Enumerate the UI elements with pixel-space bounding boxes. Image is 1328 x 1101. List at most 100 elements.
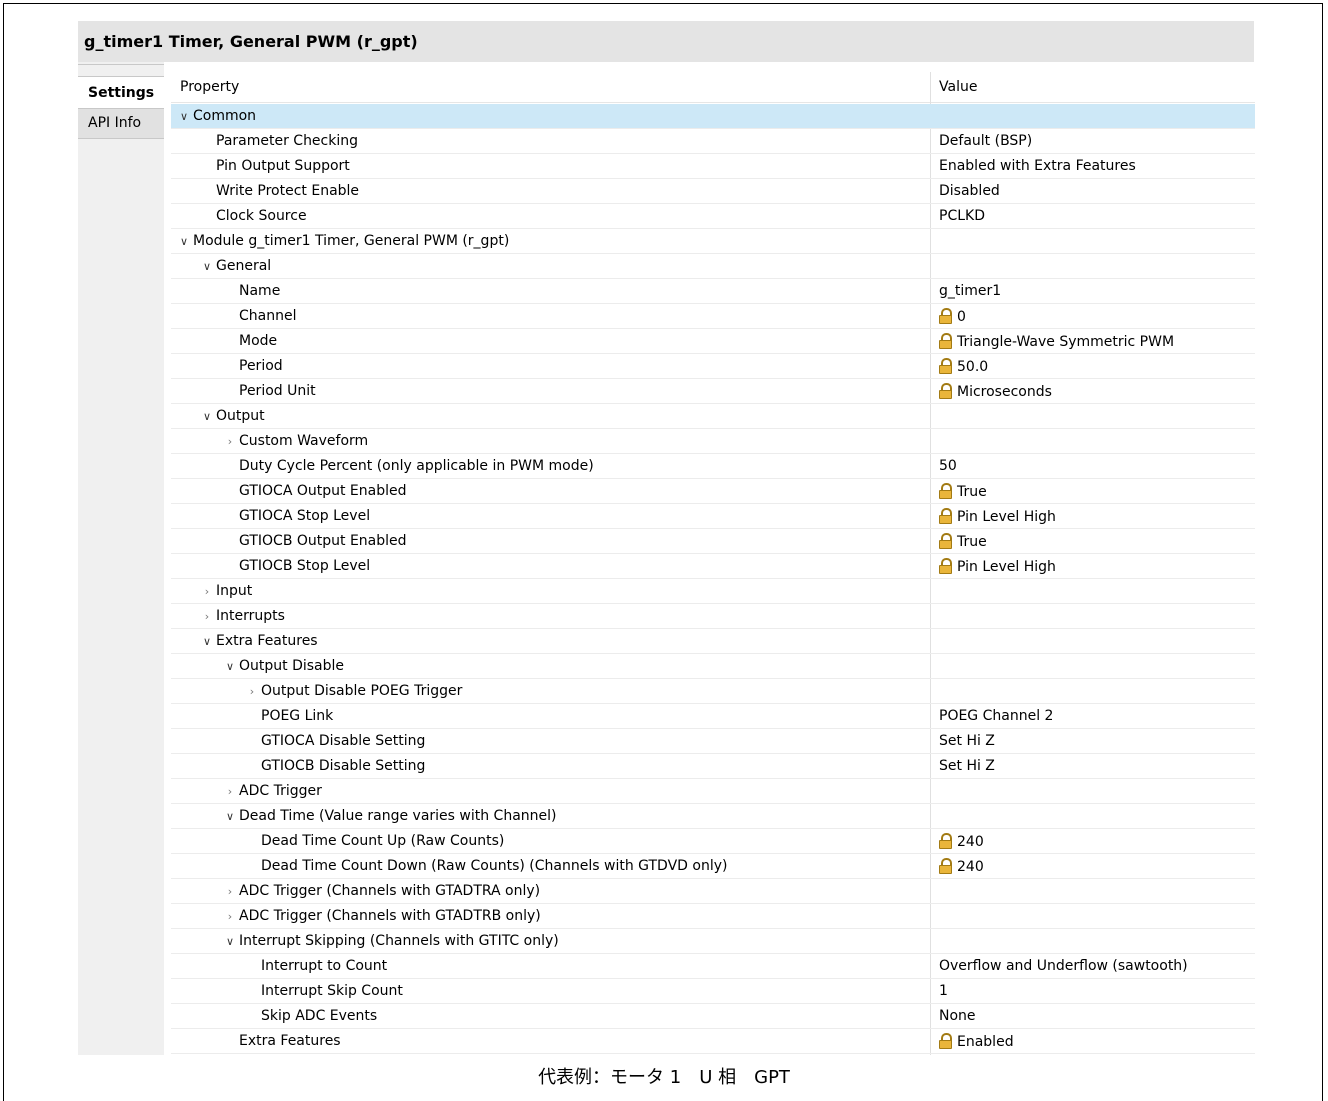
value-cell[interactable]: Set Hi Z [939,733,995,749]
chevron-down-icon[interactable]: ∨ [223,935,237,948]
property-label: Interrupt Skipping (Channels with GTITC … [239,933,559,949]
grid-row[interactable]: › ADC Trigger [171,779,1255,804]
property-label: ADC Trigger [239,783,322,799]
tab-settings[interactable]: Settings [78,76,164,109]
value-cell[interactable]: Overflow and Underflow (sawtooth) [939,958,1188,974]
grid-row[interactable]: Period 50.0 [171,354,1255,379]
grid-row[interactable]: GTIOCB Output Enabled True [171,529,1255,554]
chevron-right-icon[interactable]: › [223,910,237,923]
value-cell[interactable]: g_timer1 [939,283,1001,299]
property-label: Dead Time Count Down (Raw Counts) (Chann… [261,858,728,874]
grid-row[interactable]: ∨ General [171,254,1255,279]
tab-api-info[interactable]: API Info [78,109,164,139]
property-cell: GTIOCB Disable Setting [261,758,425,774]
value-cell[interactable]: Disabled [939,183,1000,199]
property-cell: Mode [239,333,277,349]
chevron-down-icon[interactable]: ∨ [200,410,214,423]
grid-row[interactable]: ∨ Module g_timer1 Timer, General PWM (r_g… [171,229,1255,254]
grid-row[interactable]: Dead Time Count Up (Raw Counts) 240 [171,829,1255,854]
grid-row[interactable]: ∨ Extra Features [171,629,1255,654]
grid-row[interactable]: GTIOCA Stop Level Pin Level High [171,504,1255,529]
property-cell: ∨ General [200,258,271,274]
chevron-right-icon[interactable]: › [223,435,237,448]
chevron-down-icon[interactable]: ∨ [177,235,191,248]
grid-row[interactable]: › Custom Waveform [171,429,1255,454]
grid-row[interactable]: Channel 0 [171,304,1255,329]
grid-row[interactable]: ∨ Output Disable [171,654,1255,679]
grid-row[interactable]: Pin Output Support Enabled with Extra Fea… [171,154,1255,179]
property-column-header[interactable]: Property [180,79,239,95]
property-value: Set Hi Z [939,758,995,774]
chevron-right-icon[interactable]: › [200,610,214,623]
chevron-right-icon[interactable]: › [223,785,237,798]
grid-row[interactable]: Duty Cycle Percent (only applicable in P… [171,454,1255,479]
grid-row[interactable]: GTIOCB Disable Setting Set Hi Z [171,754,1255,779]
chevron-down-icon[interactable]: ∨ [200,635,214,648]
lock-icon [939,833,952,849]
value-cell[interactable]: Enabled with Extra Features [939,158,1136,174]
chevron-right-icon[interactable]: › [245,685,259,698]
grid-row[interactable]: ∨ Dead Time (Value range varies with Chan… [171,804,1255,829]
grid-row[interactable]: Interrupt Skip Count 1 [171,979,1255,1004]
property-cell: Pin Output Support [216,158,350,174]
grid-row[interactable]: › ADC Trigger (Channels with GTADTRA only… [171,879,1255,904]
grid-row[interactable]: GTIOCA Output Enabled True [171,479,1255,504]
property-label: General [216,258,272,274]
grid-row[interactable]: Mode Triangle-Wave Symmetric PWM [171,329,1255,354]
grid-row[interactable]: Dead Time Count Down (Raw Counts) (Chann… [171,854,1255,879]
property-cell: ∨ Output Disable [223,658,344,674]
lock-icon [939,858,952,874]
figure-caption: 代表例：モータ 1 U 相 GPT [538,1067,790,1088]
grid-row[interactable]: › Interrupts [171,604,1255,629]
grid-row[interactable]: GTIOCB Stop Level Pin Level High [171,554,1255,579]
grid-row[interactable]: ∨ Common [171,104,1255,129]
property-cell: Duty Cycle Percent (only applicable in P… [239,458,594,474]
value-cell[interactable]: Set Hi Z [939,758,995,774]
value-cell[interactable]: POEG Channel 2 [939,708,1053,724]
grid-row[interactable]: GTIOCA Disable Setting Set Hi Z [171,729,1255,754]
property-label: GTIOCB Stop Level [239,558,371,574]
property-value: Enabled [957,1034,1014,1050]
grid-row[interactable]: Write Protect Enable Disabled [171,179,1255,204]
value-cell[interactable]: 1 [939,983,948,999]
value-cell[interactable]: Default (BSP) [939,133,1032,149]
grid-row[interactable]: ∨ Interrupt Skipping (Channels with GTITC… [171,929,1255,954]
grid-row[interactable]: POEG Link POEG Channel 2 [171,704,1255,729]
grid-row[interactable]: › Input [171,579,1255,604]
chevron-down-icon[interactable]: ∨ [223,660,237,673]
value-cell: Microseconds [939,383,1052,400]
value-cell: Pin Level High [939,558,1056,575]
tab-gap [164,62,171,1055]
grid-row[interactable]: Period Unit Microseconds [171,379,1255,404]
grid-row[interactable]: ∨ Output [171,404,1255,429]
value-cell: 240 [939,833,984,850]
grid-row[interactable]: Skip ADC Events None [171,1004,1255,1029]
grid-row[interactable]: Interrupt to Count Overflow and Underflow… [171,954,1255,979]
chevron-right-icon[interactable]: › [200,585,214,598]
grid-header: Property Value [171,72,1255,103]
value-cell[interactable]: None [939,1008,976,1024]
property-cell: Period Unit [239,383,316,399]
value-column-header[interactable]: Value [939,79,977,95]
chevron-down-icon[interactable]: ∨ [200,260,214,273]
property-cell: › Custom Waveform [223,433,368,449]
property-label: ADC Trigger (Channels with GTADTRA only) [239,883,541,899]
grid-row[interactable]: › Output Disable POEG Trigger [171,679,1255,704]
grid-row[interactable]: Parameter Checking Default (BSP) [171,129,1255,154]
value-cell[interactable]: PCLKD [939,208,985,224]
chevron-right-icon[interactable]: › [223,885,237,898]
grid-row[interactable]: Clock Source PCLKD [171,204,1255,229]
grid-row[interactable]: Name g_timer1 [171,279,1255,304]
chevron-down-icon[interactable]: ∨ [177,110,191,123]
grid-row[interactable]: › ADC Trigger (Channels with GTADTRB only… [171,904,1255,929]
value-cell[interactable]: 50 [939,458,957,474]
grid-row[interactable]: Extra Features Enabled [171,1029,1255,1054]
property-cell: › Input [200,583,252,599]
property-cell: Clock Source [216,208,307,224]
chevron-down-icon[interactable]: ∨ [223,810,237,823]
property-value: 50 [939,458,957,474]
property-cell: › ADC Trigger [223,783,322,799]
property-label: Skip ADC Events [261,1008,378,1024]
property-cell: › ADC Trigger (Channels with GTADTRB only… [223,908,541,924]
property-cell: POEG Link [261,708,333,724]
